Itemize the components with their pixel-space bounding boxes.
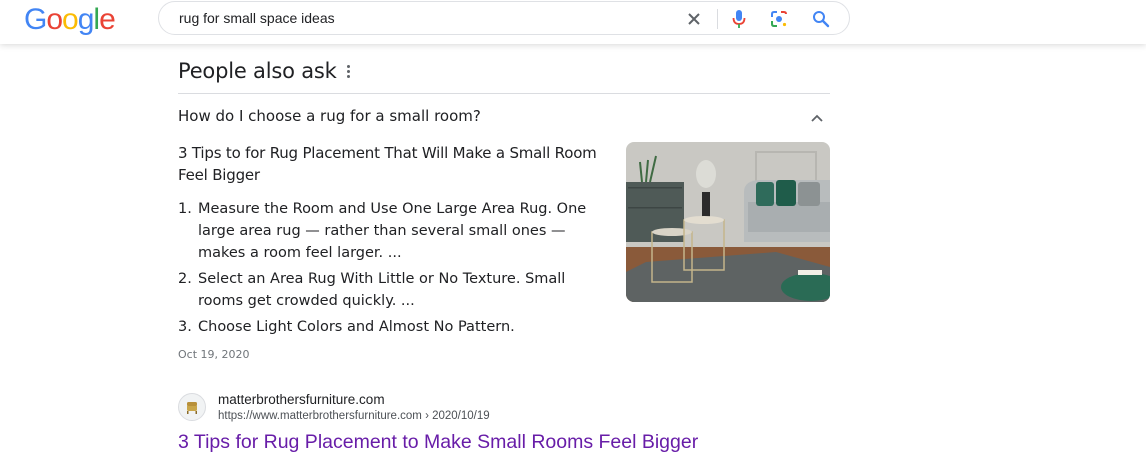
logo-letter: G: [24, 3, 47, 36]
list-number: 2.: [178, 271, 192, 287]
logo-letter: g: [77, 3, 95, 36]
search-icon[interactable]: [810, 8, 832, 30]
site-url: https://www.matterbrothersfurniture.com …: [218, 410, 490, 422]
logo-letter: o: [46, 3, 63, 36]
lens-icon[interactable]: [768, 8, 790, 30]
answer-heading: 3 Tips to for Rug Placement That Will Ma…: [178, 144, 597, 184]
logo-letter: e: [99, 3, 116, 36]
list-text: Measure the Room and Use One Large Area …: [198, 201, 587, 261]
list-number: 3.: [178, 319, 192, 335]
clear-icon[interactable]: [683, 8, 705, 30]
search-input[interactable]: rug for small space ideas: [179, 10, 335, 26]
room-thumbnail-image[interactable]: [626, 142, 830, 302]
list-number: 1.: [178, 201, 192, 217]
site-name: matterbrothersfurniture.com: [218, 392, 385, 407]
microphone-icon[interactable]: [728, 8, 750, 30]
answer-list: 1. Measure the Room and Use One Large Ar…: [178, 198, 608, 342]
paa-question[interactable]: How do I choose a rug for a small room?: [178, 107, 481, 125]
list-text: Choose Light Colors and Almost No Patter…: [198, 319, 515, 335]
search-divider: [717, 9, 718, 29]
result-title-link[interactable]: 3 Tips for Rug Placement to Make Small R…: [178, 431, 698, 454]
divider: [178, 93, 830, 94]
list-item: 3. Choose Light Colors and Almost No Pat…: [178, 316, 608, 338]
header-bar: Google rug for small space ideas: [0, 0, 1146, 44]
site-favicon-icon: [178, 393, 206, 421]
chevron-up-icon[interactable]: [810, 110, 824, 122]
answer-date: Oct 19, 2020: [178, 348, 250, 361]
logo-letter: o: [62, 3, 79, 36]
people-also-ask-title: People also ask: [178, 59, 337, 83]
google-logo[interactable]: Google: [24, 3, 116, 36]
list-item: 2. Select an Area Rug With Little or No …: [178, 268, 608, 312]
more-options-icon[interactable]: [342, 63, 354, 81]
search-box[interactable]: rug for small space ideas: [158, 1, 850, 35]
result-source[interactable]: matterbrothersfurniture.com https://www.…: [178, 392, 678, 432]
list-item: 1. Measure the Room and Use One Large Ar…: [178, 198, 608, 264]
list-text: Select an Area Rug With Little or No Tex…: [198, 271, 566, 309]
